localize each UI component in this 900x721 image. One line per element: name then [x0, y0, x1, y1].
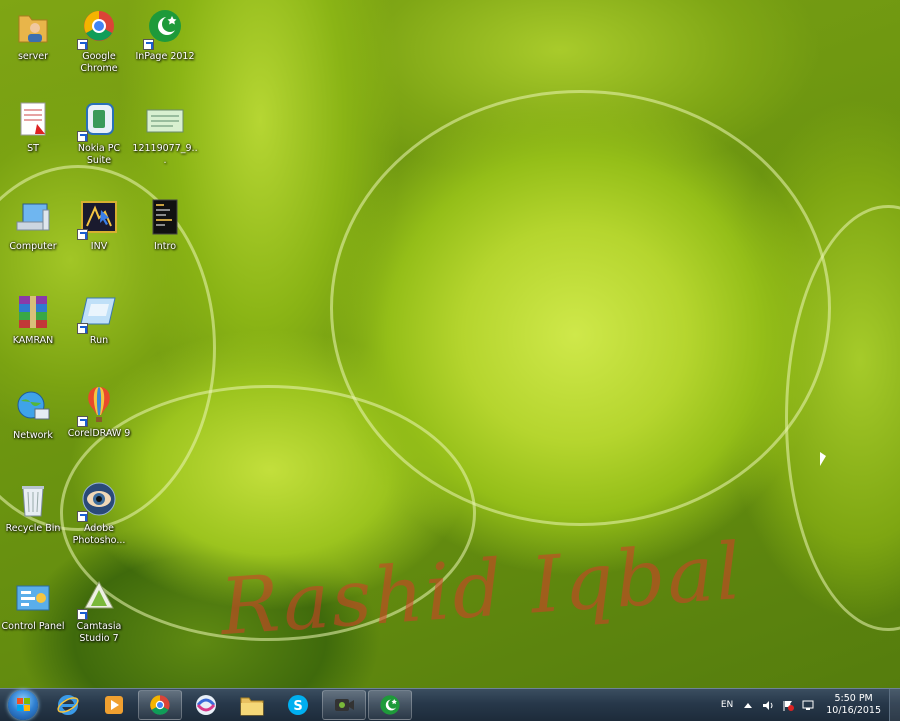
shortcut-arrow-icon: [77, 609, 88, 620]
winrar-archive-icon: [13, 292, 53, 332]
desktop-icon-label: Control Panel: [1, 621, 65, 632]
windows-logo-icon: [17, 705, 23, 711]
shortcut-arrow-icon: [77, 323, 88, 334]
desktop-icon-intro[interactable]: Intro: [132, 198, 198, 253]
desktop-icon-label: Nokia PC Suite: [77, 143, 121, 166]
show-desktop-button[interactable]: [889, 689, 900, 721]
desktop-icon-server[interactable]: server: [0, 8, 66, 63]
desktop-icon-control-panel[interactable]: Control Panel: [0, 578, 66, 633]
taskbar-skype[interactable]: S: [276, 690, 320, 720]
windows-logo-icon: [24, 698, 30, 704]
control-panel-icon: [13, 578, 53, 618]
svg-text:S: S: [293, 699, 302, 714]
run-icon: [77, 292, 119, 334]
video-file-icon: [145, 198, 185, 238]
network-status-icon[interactable]: [802, 700, 814, 711]
desktop-icon-computer[interactable]: Computer: [0, 198, 66, 253]
watermark-text: Rashid Iqbal: [217, 526, 746, 654]
desktop-icon-google-chrome[interactable]: Google Chrome: [66, 8, 132, 75]
taskbar-media-player[interactable]: [92, 690, 136, 720]
desktop-icon-label: Recycle Bin: [5, 523, 61, 534]
clock-time: 5:50 PM: [834, 693, 873, 704]
internet-explorer-icon: [57, 695, 79, 715]
shortcut-arrow-icon: [77, 229, 88, 240]
desktop-icon-label: ST: [27, 143, 39, 154]
desktop-icon-label: InPage 2012: [135, 51, 195, 62]
inpage-icon: [143, 8, 185, 50]
start-button[interactable]: [8, 690, 38, 720]
desktop-icon-label: 12119077_9...: [132, 143, 198, 166]
photoshop-eye-icon: [77, 480, 119, 522]
desktop-icon-coreldraw[interactable]: CorelDRAW 9: [66, 385, 132, 440]
system-tray: EN 5:50 PM 10/16/2015: [716, 689, 900, 721]
shortcut-arrow-icon: [77, 511, 88, 522]
network-globe-icon: [13, 387, 53, 427]
shortcut-arrow-icon: [77, 39, 88, 50]
taskbar-chrome[interactable]: [138, 690, 182, 720]
desktop-icon-st[interactable]: ST: [0, 100, 66, 155]
media-player-icon: [105, 696, 123, 714]
camtasia-icon: [77, 578, 119, 620]
computer-icon: [13, 198, 53, 238]
inv-app-icon: [77, 198, 119, 240]
coreldraw-balloon-icon: [77, 385, 119, 427]
shortcut-arrow-icon: [143, 39, 154, 50]
action-center-flag-icon[interactable]: [782, 700, 795, 711]
taskbar-file-explorer[interactable]: [230, 690, 274, 720]
inpage-icon: [380, 695, 400, 715]
nokia-pc-suite-icon: [77, 100, 119, 142]
desktop-icon-camtasia[interactable]: Camtasia Studio 7: [66, 578, 132, 645]
desktop-icon-recycle-bin[interactable]: Recycle Bin: [0, 480, 66, 535]
desktop-icon-kamran[interactable]: KAMRAN: [0, 292, 66, 347]
folder-user-icon: [13, 8, 53, 48]
taskbar-internet-explorer[interactable]: [46, 690, 90, 720]
desktop-icon-label: Adobe Photosho...: [72, 523, 126, 546]
show-hidden-icons-icon[interactable]: [742, 700, 754, 711]
desktop-icon-label: Camtasia Studio 7: [76, 621, 122, 644]
taskbar-swirl-app[interactable]: [184, 690, 228, 720]
swirl-app-icon: [196, 695, 216, 715]
desktop-icon-inv[interactable]: INV: [66, 198, 132, 253]
chrome-icon: [77, 8, 119, 50]
skype-icon: S: [288, 695, 308, 715]
desktop-icon-adobe-photoshop[interactable]: Adobe Photosho...: [66, 480, 132, 547]
clock-date: 10/16/2015: [826, 705, 881, 716]
desktop-icon-label: Network: [13, 430, 53, 441]
taskbar-camtasia-recorder[interactable]: [322, 690, 366, 720]
shortcut-arrow-icon: [77, 131, 88, 142]
windows-logo-icon: [24, 705, 30, 711]
desktop-icon-label: Computer: [9, 241, 57, 252]
recycle-bin-icon: [13, 480, 53, 520]
file-explorer-icon: [240, 697, 264, 716]
desktop-icon-inpage[interactable]: InPage 2012: [132, 8, 198, 63]
desktop-icon-nokia-pc-suite[interactable]: Nokia PC Suite: [66, 100, 132, 167]
camtasia-recorder-icon: [335, 699, 354, 711]
desktop-icon-network[interactable]: Network: [0, 387, 66, 442]
desktop-icon-label: CorelDRAW 9: [67, 428, 131, 439]
desktop-icon-label: Run: [89, 335, 109, 346]
wallpaper-leaf-edge: [330, 90, 831, 526]
taskbar: S EN 5:50 PM 10/16/2015: [0, 688, 900, 721]
language-indicator[interactable]: EN: [721, 700, 733, 710]
wallpaper-leaf-edge: [785, 205, 900, 631]
clock[interactable]: 5:50 PM 10/16/2015: [826, 693, 881, 717]
desktop-icon-label: server: [17, 51, 49, 62]
desktop-icon-label: INV: [90, 241, 108, 252]
desktop-icon-image-file[interactable]: 12119077_9...: [132, 100, 198, 167]
desktop[interactable]: server ST Computer KAMRAN Network Recycl…: [0, 0, 900, 688]
volume-icon[interactable]: [762, 700, 774, 711]
windows-logo-icon: [17, 698, 23, 704]
pdf-document-icon: [13, 100, 53, 140]
desktop-icon-run[interactable]: Run: [66, 292, 132, 347]
desktop-icon-label: KAMRAN: [12, 335, 54, 346]
shortcut-arrow-icon: [77, 416, 88, 427]
desktop-icon-label: Google Chrome: [80, 51, 118, 74]
taskbar-inpage[interactable]: [368, 690, 412, 720]
mouse-cursor-icon: [820, 452, 826, 466]
chrome-icon: [150, 695, 170, 715]
image-file-icon: [145, 100, 185, 140]
desktop-icon-label: Intro: [153, 241, 177, 252]
